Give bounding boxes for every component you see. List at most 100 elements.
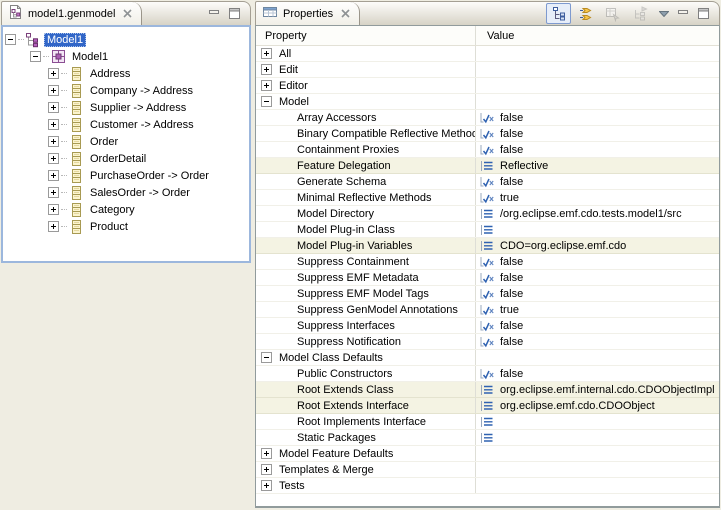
expand-toggle-icon[interactable]: [48, 119, 59, 130]
show-advanced-properties-button[interactable]: [573, 3, 598, 24]
expand-toggle-icon[interactable]: [261, 80, 272, 91]
properties-window-buttons: [677, 2, 719, 25]
property-row[interactable]: Minimal Reflective Methods true: [256, 190, 719, 206]
expand-toggle-icon[interactable]: [261, 48, 272, 59]
category-row[interactable]: Editor: [256, 78, 719, 94]
expand-toggle-icon[interactable]: [30, 51, 41, 62]
column-header-property[interactable]: Property: [256, 26, 476, 45]
tab-model1-genmodel[interactable]: model1.genmodel: [2, 2, 142, 25]
column-header-value[interactable]: Value: [476, 26, 719, 45]
tree-item-label: Supplier -> Address: [87, 101, 189, 115]
property-value: false: [500, 368, 523, 380]
property-row[interactable]: Root Extends Class org.eclipse.emf.inter…: [256, 382, 719, 398]
expand-toggle-icon[interactable]: [48, 204, 59, 215]
genclass-icon: [68, 117, 84, 133]
expand-toggle-icon[interactable]: [261, 352, 272, 363]
text-value-icon: [479, 384, 495, 396]
expand-toggle-icon[interactable]: [48, 102, 59, 113]
tree-item[interactable]: Address: [3, 65, 249, 82]
category-row[interactable]: Edit: [256, 62, 719, 78]
property-name: Model Plug-in Variables: [297, 240, 412, 252]
property-value: false: [500, 144, 523, 156]
expand-toggle-icon[interactable]: [48, 85, 59, 96]
property-row[interactable]: Model Plug-in Variables CDO=org.eclipse.…: [256, 238, 719, 254]
property-row[interactable]: Suppress Notification false: [256, 334, 719, 350]
tree-item[interactable]: Supplier -> Address: [3, 99, 249, 116]
expand-toggle-icon[interactable]: [261, 64, 272, 75]
expand-toggle-icon[interactable]: [48, 136, 59, 147]
property-row[interactable]: Root Implements Interface: [256, 414, 719, 430]
expand-toggle-icon[interactable]: [48, 68, 59, 79]
expand-toggle-icon[interactable]: [261, 480, 272, 491]
property-name: Suppress Notification: [297, 336, 401, 348]
category-row[interactable]: Templates & Merge: [256, 462, 719, 478]
property-row[interactable]: Generate Schema false: [256, 174, 719, 190]
property-row[interactable]: Public Constructors false: [256, 366, 719, 382]
expand-toggle-icon[interactable]: [261, 448, 272, 459]
property-column-label: Property: [265, 30, 307, 42]
minimize-icon[interactable]: [208, 8, 221, 19]
genclass-icon: [68, 219, 84, 235]
tree-item[interactable]: Company -> Address: [3, 82, 249, 99]
tree-item[interactable]: Order: [3, 133, 249, 150]
genclass-icon: [68, 168, 84, 184]
category-row[interactable]: Tests: [256, 478, 719, 494]
minimize-icon[interactable]: [677, 8, 690, 19]
property-name: Editor: [279, 80, 308, 92]
table-header: Property Value: [256, 26, 719, 46]
tree-item[interactable]: Category: [3, 201, 249, 218]
property-name: Root Implements Interface: [297, 416, 426, 428]
property-name: Generate Schema: [297, 176, 386, 188]
category-row[interactable]: Model Class Defaults: [256, 350, 719, 366]
property-row[interactable]: Feature Delegation Reflective: [256, 158, 719, 174]
show-categories-button[interactable]: [546, 3, 571, 24]
property-row[interactable]: Suppress EMF Model Tags false: [256, 286, 719, 302]
tree-item[interactable]: Customer -> Address: [3, 116, 249, 133]
property-row[interactable]: Containment Proxies false: [256, 142, 719, 158]
expand-toggle-icon[interactable]: [48, 221, 59, 232]
bool-value-icon: [479, 128, 495, 140]
category-row[interactable]: All: [256, 46, 719, 62]
property-row[interactable]: Binary Compatible Reflective Methods fal…: [256, 126, 719, 142]
property-row[interactable]: Suppress Interfaces false: [256, 318, 719, 334]
property-row[interactable]: Model Directory /org.eclipse.emf.cdo.tes…: [256, 206, 719, 222]
expand-toggle-icon[interactable]: [261, 464, 272, 475]
category-row[interactable]: Model: [256, 94, 719, 110]
tree-item[interactable]: Model1: [3, 31, 249, 48]
expand-toggle-icon[interactable]: [261, 96, 272, 107]
property-row[interactable]: Suppress EMF Metadata false: [256, 270, 719, 286]
property-row[interactable]: Static Packages: [256, 430, 719, 446]
close-icon[interactable]: [341, 9, 350, 18]
property-row[interactable]: Root Extends Interface org.eclipse.emf.c…: [256, 398, 719, 414]
tree-item[interactable]: Model1: [3, 48, 249, 65]
property-row[interactable]: Array Accessors false: [256, 110, 719, 126]
maximize-icon[interactable]: [697, 8, 710, 19]
tree-item-label: Address: [87, 67, 133, 81]
bool-value-icon: [479, 320, 495, 332]
tree-item[interactable]: SalesOrder -> Order: [3, 184, 249, 201]
tab-properties[interactable]: Properties: [256, 2, 360, 25]
expand-toggle-icon[interactable]: [48, 187, 59, 198]
tree-item[interactable]: Product: [3, 218, 249, 235]
tree-item[interactable]: OrderDetail: [3, 150, 249, 167]
tree-item[interactable]: PurchaseOrder -> Order: [3, 167, 249, 184]
properties-table-icon: [262, 5, 278, 22]
tree-item-label: Company -> Address: [87, 84, 196, 98]
maximize-icon[interactable]: [228, 8, 241, 19]
genmodel-file-icon: [8, 4, 23, 23]
genclass-icon: [68, 202, 84, 218]
property-name: Suppress Interfaces: [297, 320, 395, 332]
property-row[interactable]: Suppress GenModel Annotations true: [256, 302, 719, 318]
category-row[interactable]: Model Feature Defaults: [256, 446, 719, 462]
property-row[interactable]: Model Plug-in Class: [256, 222, 719, 238]
close-icon[interactable]: [123, 9, 132, 18]
text-value-icon: [479, 208, 495, 220]
expand-toggle-icon[interactable]: [5, 34, 16, 45]
property-name: Tests: [279, 480, 305, 492]
view-menu-icon[interactable]: [654, 11, 675, 17]
expand-toggle-icon[interactable]: [48, 170, 59, 181]
tree-item-label: OrderDetail: [87, 152, 149, 166]
text-value-icon: [479, 240, 495, 252]
property-row[interactable]: Suppress Containment false: [256, 254, 719, 270]
expand-toggle-icon[interactable]: [48, 153, 59, 164]
